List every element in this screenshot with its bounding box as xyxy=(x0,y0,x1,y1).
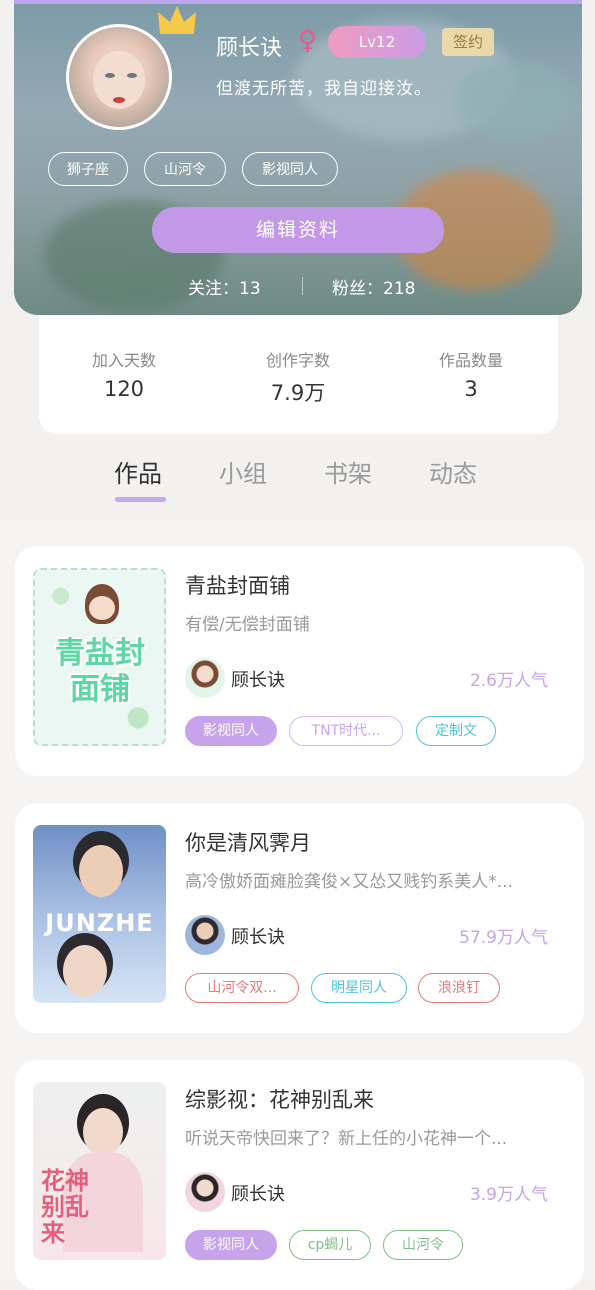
username: 顾长诀 xyxy=(216,36,283,61)
author-name[interactable]: 顾长诀 xyxy=(231,923,285,949)
profile-chip[interactable]: 狮子座 xyxy=(48,152,128,186)
work-title[interactable]: 青盐封面铺 xyxy=(185,570,290,600)
work-tag[interactable]: 浪浪钉 xyxy=(418,973,500,1003)
following-count[interactable]: 关注：13 xyxy=(188,274,261,299)
stat-value: 7.9万 xyxy=(270,381,326,405)
work-tag[interactable]: 明星同人 xyxy=(311,973,407,1003)
crown-icon xyxy=(158,6,196,34)
bio-text: 但渡无所苦，我自迎接汝。 xyxy=(216,79,432,99)
work-card[interactable]: 青盐封面铺 青盐封面铺 有偿/无偿封面铺 顾长诀 2.6万人气 影视同人 TNT… xyxy=(15,546,584,776)
work-tag[interactable]: 山河令 xyxy=(383,1230,463,1260)
cover-title: 花神别乱来 xyxy=(41,1167,89,1247)
author-avatar[interactable] xyxy=(185,658,225,698)
stats-panel: 加入天数 120 创作字数 7.9万 作品数量 3 xyxy=(39,315,558,434)
book-cover[interactable]: 青盐封面铺 xyxy=(33,568,166,746)
work-description: 高冷傲娇面瘫脸龚俊×又怂又贱钓系美人*... xyxy=(185,872,513,892)
stat-word-count: 创作字数 7.9万 xyxy=(228,347,368,407)
popularity-count: 3.9万人气 xyxy=(469,1185,548,1205)
popularity-count: 57.9万人气 xyxy=(459,928,548,948)
cover-title: 青盐封面铺 xyxy=(55,636,145,707)
stat-label: 创作字数 xyxy=(265,351,330,370)
work-tag[interactable]: TNT时代... xyxy=(289,716,403,746)
divider xyxy=(302,277,303,295)
work-description: 听说天帝快回来了？新上任的小花神一个... xyxy=(185,1129,508,1149)
book-cover[interactable]: JUNZHE xyxy=(33,825,166,1003)
fans-count[interactable]: 粉丝：218 xyxy=(332,274,415,299)
profile-chip[interactable]: 影视同人 xyxy=(242,152,338,186)
work-tag[interactable]: cp蝎儿 xyxy=(289,1230,371,1260)
stat-work-count: 作品数量 3 xyxy=(401,347,541,401)
work-card[interactable]: 花神别乱来 综影视：花神别乱来 听说天帝快回来了？新上任的小花神一个... 顾长… xyxy=(15,1060,584,1290)
active-tab-indicator xyxy=(115,497,166,502)
profile-header: 顾长诀 ♀ Lv12 签约 但渡无所苦，我自迎接汝。 狮子座 山河令 影视同人 … xyxy=(14,0,582,315)
work-title[interactable]: 你是清风霁月 xyxy=(185,827,311,857)
work-card[interactable]: JUNZHE 你是清风霁月 高冷傲娇面瘫脸龚俊×又怂又贱钓系美人*... 顾长诀… xyxy=(15,803,584,1033)
tab-groups[interactable]: 小组 xyxy=(219,454,267,489)
stat-label: 作品数量 xyxy=(438,351,503,370)
tab-bookshelf[interactable]: 书架 xyxy=(324,454,372,489)
author-name[interactable]: 顾长诀 xyxy=(231,1180,285,1206)
tab-activity[interactable]: 动态 xyxy=(429,454,477,489)
work-tag[interactable]: 山河令双... xyxy=(185,973,299,1003)
stat-value: 120 xyxy=(103,377,145,401)
stat-label: 加入天数 xyxy=(91,351,156,370)
work-tag[interactable]: 定制文 xyxy=(416,716,496,746)
popularity-count: 2.6万人气 xyxy=(469,671,548,691)
work-title[interactable]: 综影视：花神别乱来 xyxy=(185,1084,374,1114)
work-tag[interactable]: 影视同人 xyxy=(185,1230,277,1260)
author-avatar[interactable] xyxy=(185,915,225,955)
tab-works[interactable]: 作品 xyxy=(114,454,162,489)
cover-title: JUNZHE xyxy=(45,909,154,937)
tab-bar xyxy=(0,434,595,520)
stat-value: 3 xyxy=(464,377,478,401)
level-badge: Lv12 xyxy=(328,26,426,58)
work-tag[interactable]: 影视同人 xyxy=(185,716,277,746)
author-name[interactable]: 顾长诀 xyxy=(231,666,285,692)
work-description: 有偿/无偿封面铺 xyxy=(185,615,310,635)
female-icon: ♀ xyxy=(298,26,318,56)
profile-chip[interactable]: 山河令 xyxy=(144,152,226,186)
book-cover[interactable]: 花神别乱来 xyxy=(33,1082,166,1260)
signed-badge: 签约 xyxy=(442,28,494,56)
author-avatar[interactable] xyxy=(185,1172,225,1212)
stat-join-days: 加入天数 120 xyxy=(54,347,194,401)
edit-profile-button[interactable]: 编辑资料 xyxy=(152,207,444,253)
